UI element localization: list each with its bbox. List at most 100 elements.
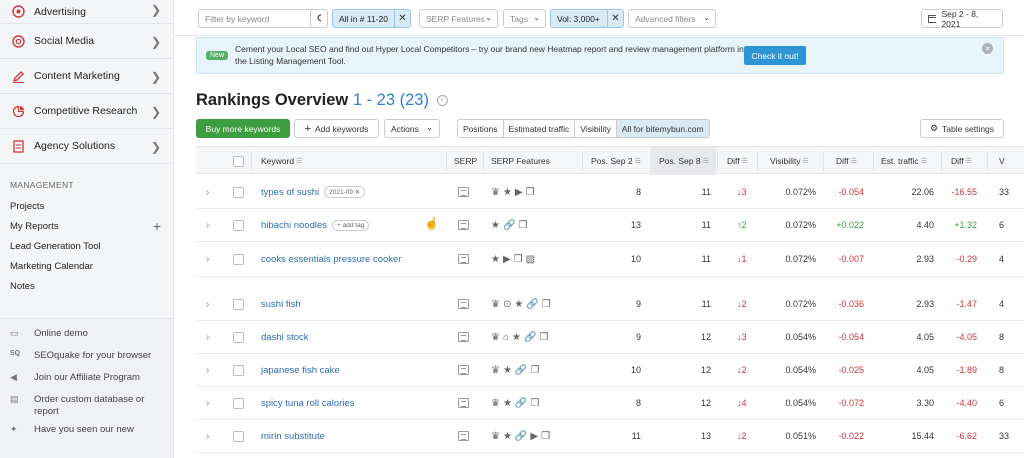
keyword-link[interactable]: cooks essentials pressure cooker	[261, 254, 401, 265]
column-pos-sep-8[interactable]: Pos. Sep 8 ☰	[650, 147, 716, 175]
close-icon[interactable]: ✕	[982, 43, 993, 54]
column-est-traffic[interactable]: Est. traffic ☰	[881, 147, 927, 175]
table-row[interactable]: › cooks essentials pressure cooker ★▶❐▨ 10 1…	[196, 242, 1024, 277]
sidebar-item-projects[interactable]: Projects	[0, 196, 173, 216]
chevron-right-icon[interactable]: ›	[206, 398, 209, 409]
keyword-link[interactable]: hibachi noodles	[261, 220, 327, 231]
tab-all-for-domain[interactable]: All for bitemybun.com	[616, 120, 709, 137]
tags-filter[interactable]: Tags ⌄	[503, 9, 546, 28]
serp-snapshot-icon[interactable]	[458, 365, 469, 375]
table-header: Keyword ☰ SERP SERP Features Pos. Sep 2 ☰ …	[196, 146, 1024, 175]
pos-sep-2: 10	[630, 254, 641, 264]
volume-filter[interactable]: Vol: 3,000+ ✕	[550, 9, 624, 28]
table-settings-button[interactable]: ⚙ Table settings	[920, 119, 1004, 138]
keyword-link[interactable]: japanese fish cake	[261, 365, 340, 376]
plus-icon[interactable]: +	[153, 218, 161, 234]
advanced-filters-dropdown[interactable]: Advanced filters ⌄	[628, 9, 716, 28]
sidebar-item-agency-solutions[interactable]: Agency Solutions ❯	[0, 129, 173, 164]
table-row[interactable]: › hibachi noodles + add tag ★🔗❐ 13 11 ↑2 0.072%…	[196, 209, 1024, 242]
close-icon[interactable]: ✕	[607, 10, 623, 27]
pie-icon	[10, 103, 26, 119]
column-traffic-diff[interactable]: Diff ☰	[951, 147, 972, 175]
row-checkbox[interactable]	[233, 397, 244, 409]
actions-dropdown[interactable]: Actions ⌄	[384, 119, 440, 138]
info-icon[interactable]: i	[436, 95, 448, 107]
table-row[interactable]: › sushi fish ♛⊙★🔗❐ 9 11 ↓2 0.072% -0.036 2.93 -1.…	[196, 288, 1024, 321]
sidebar-item-content-marketing[interactable]: Content Marketing ❯	[0, 59, 173, 94]
column-volume[interactable]: V	[999, 147, 1005, 175]
table-row[interactable]: › types of sushi 2021-09 ✕ ♛★▶❐ 8 11 ↓3 0.072% -…	[196, 176, 1024, 209]
sidebar-item-my-reports[interactable]: My Reports +	[0, 216, 173, 236]
tab-positions[interactable]: Positions	[458, 120, 504, 137]
row-checkbox[interactable]	[233, 186, 244, 198]
sidebar-item-label: Competitive Research	[34, 105, 138, 117]
serp-snapshot-icon[interactable]	[458, 431, 469, 441]
serp-snapshot-icon[interactable]	[458, 332, 469, 342]
sidebar-item-marketing-calendar[interactable]: Marketing Calendar	[0, 256, 173, 276]
sidebar-item-competitive-research[interactable]: Competitive Research ❯	[0, 94, 173, 129]
keyword-link[interactable]: sushi fish	[261, 299, 301, 310]
row-checkbox[interactable]	[233, 331, 244, 343]
sidebar-item-notes[interactable]: Notes	[0, 276, 173, 296]
est-traffic-value: 15.44	[911, 431, 934, 441]
keyword-link[interactable]: dashi stock	[261, 332, 309, 343]
keyword-link[interactable]: mirin substitute	[261, 431, 325, 442]
column-visibility[interactable]: Visibility ☰	[770, 147, 809, 175]
advanced-filters-label: Advanced filters	[635, 13, 696, 24]
row-checkbox[interactable]	[233, 298, 244, 310]
sidebar-item-social-media[interactable]: Social Media ❯	[0, 24, 173, 59]
column-serp-features[interactable]: SERP Features	[491, 147, 550, 175]
row-checkbox[interactable]	[233, 364, 244, 376]
row-checkbox[interactable]	[233, 430, 244, 442]
keyword-link[interactable]: spicy tuna roll calories	[261, 398, 354, 409]
row-checkbox[interactable]	[233, 219, 244, 231]
search-icon	[317, 14, 321, 22]
whats-new-link[interactable]: ✦ Have you seen our new	[0, 424, 173, 435]
sidebar-item-lead-generation[interactable]: Lead Generation Tool	[0, 236, 173, 256]
visibility-diff: -0.007	[838, 254, 864, 264]
column-pos-diff[interactable]: Diff ☰	[727, 147, 748, 175]
chevron-right-icon[interactable]: ›	[206, 220, 209, 231]
add-tag-button[interactable]: + add tag	[332, 219, 370, 231]
sidebar-item-advertising[interactable]: Advertising ❯	[0, 0, 173, 24]
online-demo-link[interactable]: ▭ Online demo	[0, 328, 173, 339]
serp-snapshot-icon[interactable]	[458, 187, 469, 197]
chevron-right-icon[interactable]: ›	[206, 332, 209, 343]
chevron-right-icon[interactable]: ›	[206, 431, 209, 442]
column-serp[interactable]: SERP	[454, 147, 477, 175]
chevron-right-icon[interactable]: ›	[206, 365, 209, 376]
chevron-right-icon[interactable]: ›	[206, 254, 209, 265]
row-checkbox[interactable]	[233, 253, 244, 265]
check-it-out-button[interactable]: Check it out!	[744, 46, 806, 65]
serp-snapshot-icon[interactable]	[458, 299, 469, 309]
position-filter[interactable]: All in # 11-20 ✕	[332, 9, 411, 28]
table-row[interactable]: › spicy tuna roll calories ♛★🔗❐ 8 12 ↓4 0.054%…	[196, 387, 1024, 420]
column-keyword[interactable]: Keyword ☰	[261, 147, 302, 175]
serp-snapshot-icon[interactable]	[458, 254, 469, 264]
visibility-value: 0.054%	[785, 365, 816, 375]
tab-visibility[interactable]: Visibility	[575, 120, 617, 137]
tag-badge[interactable]: 2021-09 ✕	[324, 186, 366, 198]
custom-report-link[interactable]: ▤ Order custom database or report	[0, 394, 173, 418]
buy-more-keywords-button[interactable]: Buy more keywords	[196, 119, 290, 138]
affiliate-link[interactable]: ◀ Join our Affiliate Program	[0, 372, 173, 383]
seoquake-link[interactable]: SQ SEOquake for your browser	[0, 350, 173, 361]
date-range-picker[interactable]: Sep 2 - 8, 2021	[921, 9, 1003, 29]
keyword-link[interactable]: types of sushi	[261, 187, 319, 198]
chevron-right-icon[interactable]: ›	[206, 299, 209, 310]
serp-features-filter[interactable]: SERP Features ⌄	[419, 9, 498, 28]
table-row[interactable]: › mirin substitute ♛★🔗▶❐ 11 13 ↓2 0.051% -0.022…	[196, 420, 1024, 453]
keyword-filter-input[interactable]: Filter by keyword	[198, 9, 314, 28]
tab-estimated-traffic[interactable]: Estimated traffic	[503, 120, 576, 137]
table-row[interactable]: › japanese fish cake ♛★🔗❐ 10 12 ↓2 0.054% -0.02…	[196, 354, 1024, 387]
add-keywords-button[interactable]: + Add keywords	[294, 119, 379, 138]
select-all-checkbox[interactable]	[233, 147, 244, 175]
serp-snapshot-icon[interactable]	[458, 398, 469, 408]
column-visibility-diff[interactable]: Diff ☰	[836, 147, 857, 175]
column-pos-sep-2[interactable]: Pos. Sep 2 ☰	[591, 147, 641, 175]
serp-snapshot-icon[interactable]	[458, 220, 469, 230]
close-icon[interactable]: ✕	[394, 10, 410, 27]
chevron-right-icon[interactable]: ›	[206, 187, 209, 198]
search-button[interactable]	[310, 9, 328, 28]
table-row[interactable]: › dashi stock ♛⌂★🔗❐ 9 12 ↓3 0.054% -0.054 4.05 -4…	[196, 321, 1024, 354]
